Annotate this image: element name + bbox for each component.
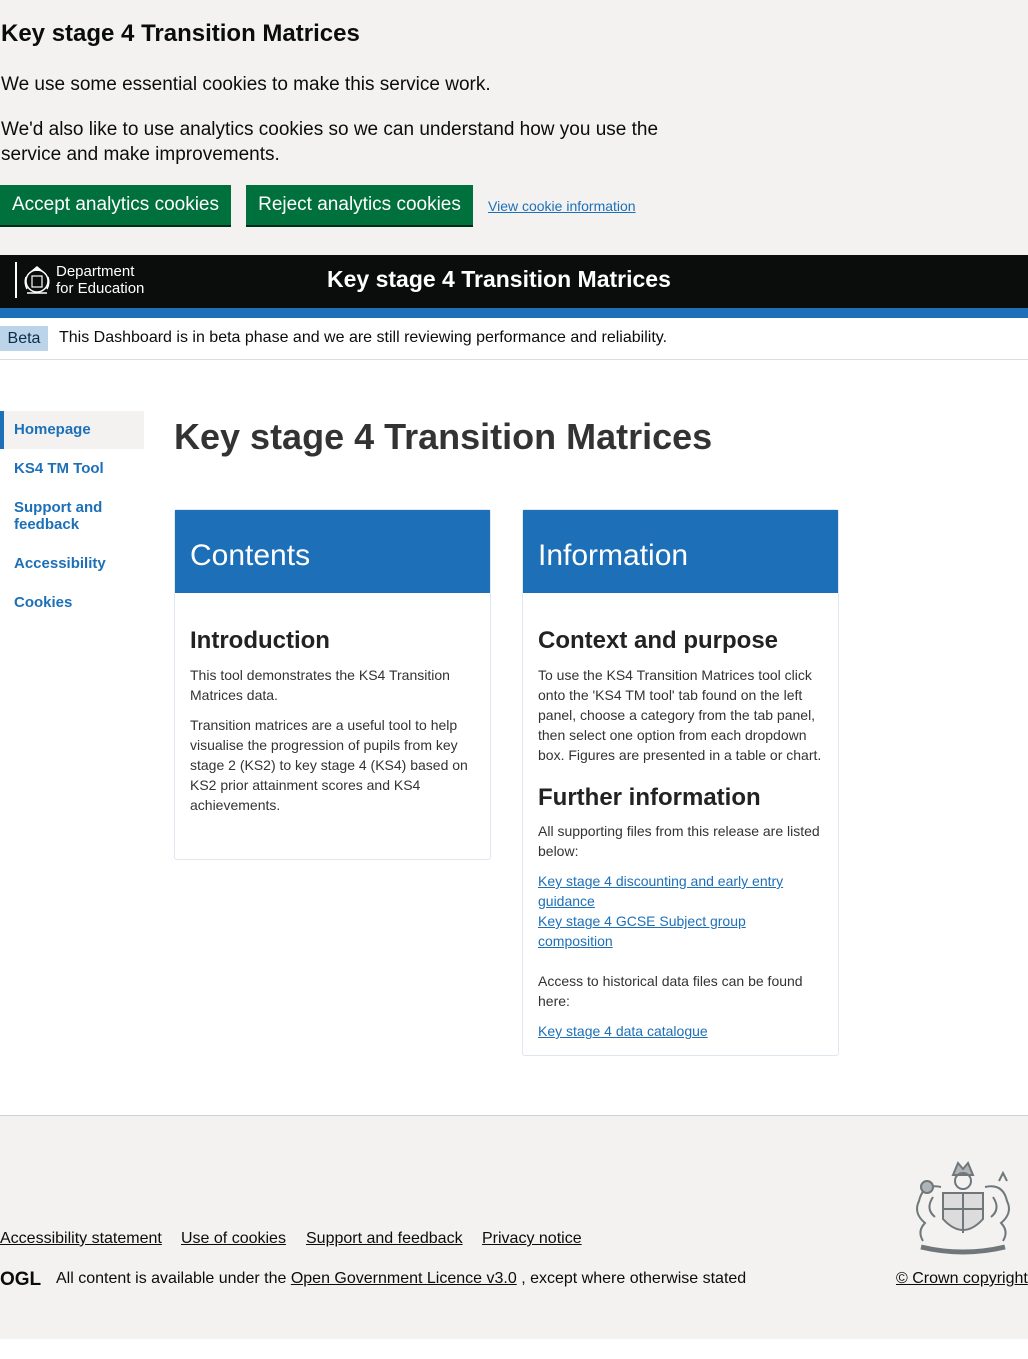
information-card-title: Information [538,539,689,572]
accept-cookies-button[interactable]: Accept analytics cookies [0,185,231,225]
sidebar-item-accessibility[interactable]: Accessibility [0,555,144,572]
subject-group-composition-link[interactable]: Key stage 4 GCSE Subject group compositi… [538,911,768,951]
open-government-licence-link[interactable]: Open Government Licence v3.0 [291,1270,517,1287]
further-info-text: All supporting files from this release a… [538,823,820,859]
sidebar-item-ks4-tm-tool[interactable]: KS4 TM Tool [0,460,144,477]
licence-text: All content is available under the Open … [56,1270,746,1288]
crown-copyright-link[interactable]: © Crown copyright [896,1270,1028,1288]
dept-line2: for Education [56,280,145,297]
royal-crest-icon [916,1161,1010,1255]
introduction-text-2: Transition matrices are a useful tool to… [190,717,468,813]
beta-text: This Dashboard is in beta phase and we a… [59,329,668,346]
ogl-logo-icon: OGL [0,1269,42,1288]
royal-arms-icon [24,266,50,294]
data-catalogue-link[interactable]: Key stage 4 data catalogue [538,1021,708,1041]
footer-support-link[interactable]: Support and feedback [306,1230,463,1248]
information-card: Information Context and purpose To use t… [522,509,839,1056]
contents-card: Contents Introduction This tool demonstr… [174,509,491,860]
contents-card-header: Contents [175,510,490,593]
further-info-heading: Further information [538,784,761,811]
historical-data-text: Access to historical data files can be f… [538,973,803,1009]
footer-accessibility-link[interactable]: Accessibility statement [0,1230,162,1248]
cookie-banner-title: Key stage 4 Transition Matrices [1,20,360,47]
sidebar-item-homepage[interactable]: Homepage [0,411,144,449]
view-cookie-info-link[interactable]: View cookie information [488,198,636,214]
beta-tag: Beta [0,326,48,351]
context-heading: Context and purpose [538,627,779,654]
header-accent-bar [0,308,1028,318]
introduction-heading: Introduction [190,627,330,654]
footer-cookies-link[interactable]: Use of cookies [181,1230,286,1248]
dept-line1: Department [56,263,135,280]
information-card-header: Information [523,510,838,593]
sidebar-item-cookies[interactable]: Cookies [0,594,144,611]
contents-card-title: Contents [190,539,311,572]
context-text: To use the KS4 Transition Matrices tool … [538,667,822,763]
sidebar-item-support-feedback[interactable]: Support and feedback [0,499,120,533]
header-divider [15,262,17,298]
page-bottom [0,1339,1028,1359]
footer-privacy-link[interactable]: Privacy notice [482,1230,582,1248]
licence-suffix: , except where otherwise stated [521,1270,747,1287]
cookie-analytics-text: We'd also like to use analytics cookies … [1,119,659,165]
header-service-title[interactable]: Key stage 4 Transition Matrices [327,266,671,293]
introduction-text-1: This tool demonstrates the KS4 Transitio… [190,667,450,703]
ogl-logo-text: OGL [0,1269,42,1288]
licence-prefix: All content is available under the [56,1270,287,1287]
discounting-guidance-link[interactable]: Key stage 4 discounting and early entry … [538,871,798,911]
site-footer [0,1115,1028,1339]
page-title: Key stage 4 Transition Matrices [174,416,713,457]
cookie-essential-text: We use some essential cookies to make th… [1,74,491,95]
cookie-banner: Key stage 4 Transition Matrices We use s… [0,0,1028,255]
reject-cookies-button[interactable]: Reject analytics cookies [246,185,473,225]
department-logo-text[interactable]: Department for Education [56,263,144,297]
